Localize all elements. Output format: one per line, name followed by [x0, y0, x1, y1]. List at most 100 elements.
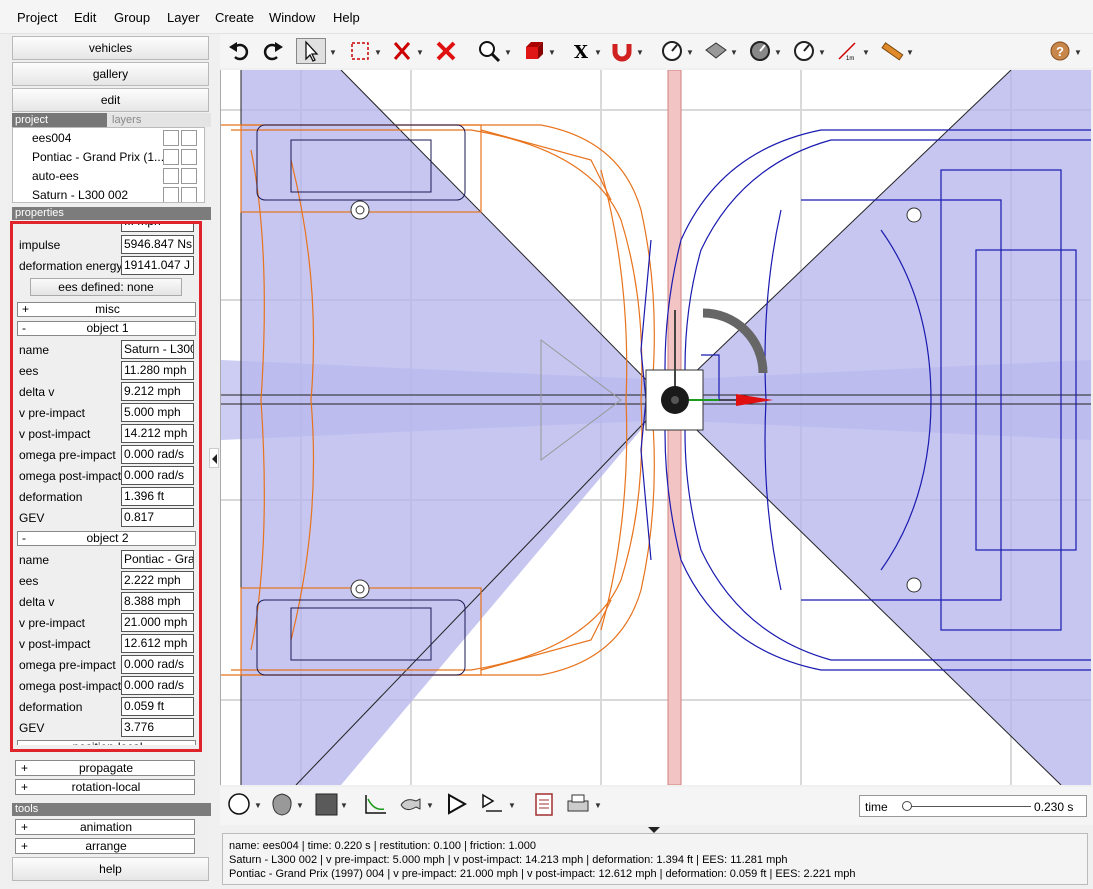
visibility-checkbox[interactable]: [163, 187, 179, 202]
time-slider-knob[interactable]: [902, 801, 912, 811]
menu-help[interactable]: Help: [333, 10, 360, 25]
chevron-down-icon[interactable]: ▼: [594, 801, 602, 810]
axis-x-icon[interactable]: X: [566, 38, 594, 64]
time-slider-track[interactable]: [906, 806, 1031, 807]
chevron-down-icon[interactable]: ▼: [730, 48, 738, 57]
help-button[interactable]: help: [12, 857, 209, 881]
collapse-panel-handle[interactable]: [209, 448, 219, 468]
redo-icon[interactable]: [258, 38, 286, 64]
dial-icon[interactable]: [790, 38, 818, 64]
property-value-field[interactable]: 0.000 rad/s: [121, 676, 194, 695]
chevron-down-icon[interactable]: ▼: [594, 48, 602, 57]
lock-checkbox[interactable]: [181, 187, 197, 202]
property-value-field[interactable]: 9.212 mph: [121, 382, 194, 401]
measure-icon[interactable]: 1m: [834, 38, 862, 64]
chevron-down-icon[interactable]: ▼: [329, 48, 337, 57]
menu-create[interactable]: Create: [215, 10, 254, 25]
animation-group[interactable]: + animation: [15, 819, 195, 835]
chevron-down-icon[interactable]: ▼: [774, 48, 782, 57]
select-tool-button[interactable]: [296, 38, 326, 64]
menu-project[interactable]: Project: [17, 10, 57, 25]
tab-project[interactable]: project: [12, 113, 107, 127]
lock-checkbox[interactable]: [181, 168, 197, 184]
chevron-down-icon[interactable]: ▼: [818, 48, 826, 57]
chevron-down-icon[interactable]: ▼: [504, 48, 512, 57]
chevron-down-icon[interactable]: ▼: [906, 48, 914, 57]
circle-icon[interactable]: [226, 791, 254, 817]
rectangle-select-icon[interactable]: [346, 38, 374, 64]
visibility-checkbox[interactable]: [163, 168, 179, 184]
delete-point-icon[interactable]: [388, 38, 416, 64]
lock-checkbox[interactable]: [181, 149, 197, 165]
deformation-energy-field[interactable]: 19141.047 J: [121, 256, 194, 275]
property-value-field[interactable]: 5.000 mph: [121, 403, 194, 422]
zoom-icon[interactable]: [476, 38, 504, 64]
property-value-field[interactable]: 14.212 mph: [121, 424, 194, 443]
chevron-down-icon[interactable]: ▼: [416, 48, 424, 57]
delete-icon[interactable]: [432, 38, 460, 64]
property-value-field[interactable]: Saturn - L300: [121, 340, 194, 359]
chevron-down-icon[interactable]: ▼: [374, 48, 382, 57]
undo-icon[interactable]: [226, 38, 254, 64]
propagate-group[interactable]: + propagate: [15, 760, 195, 776]
play-icon[interactable]: [442, 791, 470, 817]
arrange-group[interactable]: + arrange: [15, 838, 195, 854]
object-cube-icon[interactable]: [520, 38, 548, 64]
chevron-down-icon[interactable]: ▼: [636, 48, 644, 57]
menu-window[interactable]: Window: [269, 10, 315, 25]
property-value-field[interactable]: Pontiac - Gran: [121, 550, 194, 569]
property-value-field[interactable]: 2.222 mph: [121, 571, 194, 590]
property-value-field[interactable]: 0.059 ft: [121, 697, 194, 716]
misc-group[interactable]: + misc: [17, 302, 196, 317]
lock-checkbox[interactable]: [181, 130, 197, 146]
chevron-down-icon[interactable]: ▼: [296, 801, 304, 810]
list-item[interactable]: auto-ees: [13, 166, 204, 185]
angle-gauge-icon[interactable]: [746, 38, 774, 64]
menu-group[interactable]: Group: [114, 10, 150, 25]
edit-button[interactable]: edit: [12, 88, 209, 112]
surface-icon[interactable]: [702, 38, 730, 64]
rotation-local-group[interactable]: + rotation-local: [15, 779, 195, 795]
camera-icon[interactable]: [396, 791, 424, 817]
help-icon[interactable]: ?: [1046, 38, 1074, 64]
gauge-icon[interactable]: [658, 38, 686, 64]
property-value-field[interactable]: 1.396 ft: [121, 487, 194, 506]
play-options-icon[interactable]: [478, 791, 506, 817]
tab-layers[interactable]: layers: [107, 113, 211, 127]
chevron-down-icon[interactable]: ▼: [508, 801, 516, 810]
print-icon[interactable]: [564, 791, 592, 817]
visibility-checkbox[interactable]: [163, 149, 179, 165]
ruler-icon[interactable]: [878, 38, 906, 64]
graph-icon[interactable]: [362, 791, 390, 817]
object-1-group[interactable]: - object 1: [17, 321, 196, 336]
property-value-field[interactable]: 0.000 rad/s: [121, 466, 194, 485]
property-value-field[interactable]: 12.612 mph: [121, 634, 194, 653]
chevron-down-icon[interactable]: ▼: [686, 48, 694, 57]
report-icon[interactable]: [530, 791, 558, 817]
fill-color-icon[interactable]: [312, 791, 340, 817]
time-slider[interactable]: time 0.230 s: [859, 795, 1087, 817]
chevron-down-icon[interactable]: ▼: [548, 48, 556, 57]
gallery-button[interactable]: gallery: [12, 62, 209, 86]
property-value-field[interactable]: 11.280 mph: [121, 361, 194, 380]
chevron-down-icon[interactable]: ▼: [1074, 48, 1082, 57]
list-item[interactable]: Saturn - L300 002: [13, 185, 204, 202]
list-item[interactable]: Pontiac - Grand Prix (1...: [13, 147, 204, 166]
visibility-checkbox[interactable]: [163, 130, 179, 146]
impulse-field[interactable]: 5946.847 Ns: [121, 235, 194, 254]
position-local-group[interactable]: position-local: [17, 740, 196, 745]
chevron-down-icon[interactable]: ▼: [862, 48, 870, 57]
property-value-field[interactable]: 0.817: [121, 508, 194, 527]
magnet-icon[interactable]: [608, 38, 636, 64]
vehicles-button[interactable]: vehicles: [12, 36, 209, 60]
property-value-field[interactable]: 0.000 rad/s: [121, 445, 194, 464]
scene-viewport[interactable]: [220, 70, 1091, 785]
list-item[interactable]: ees004: [13, 128, 204, 147]
ees-defined-button[interactable]: ees defined: none: [30, 278, 182, 296]
menu-layer[interactable]: Layer: [167, 10, 200, 25]
property-value-field[interactable]: 0.000 rad/s: [121, 655, 194, 674]
property-value-field[interactable]: 3.776: [121, 718, 194, 737]
object-2-group[interactable]: - object 2: [17, 531, 196, 546]
property-value-field[interactable]: 21.000 mph: [121, 613, 194, 632]
property-value-field[interactable]: 8.388 mph: [121, 592, 194, 611]
